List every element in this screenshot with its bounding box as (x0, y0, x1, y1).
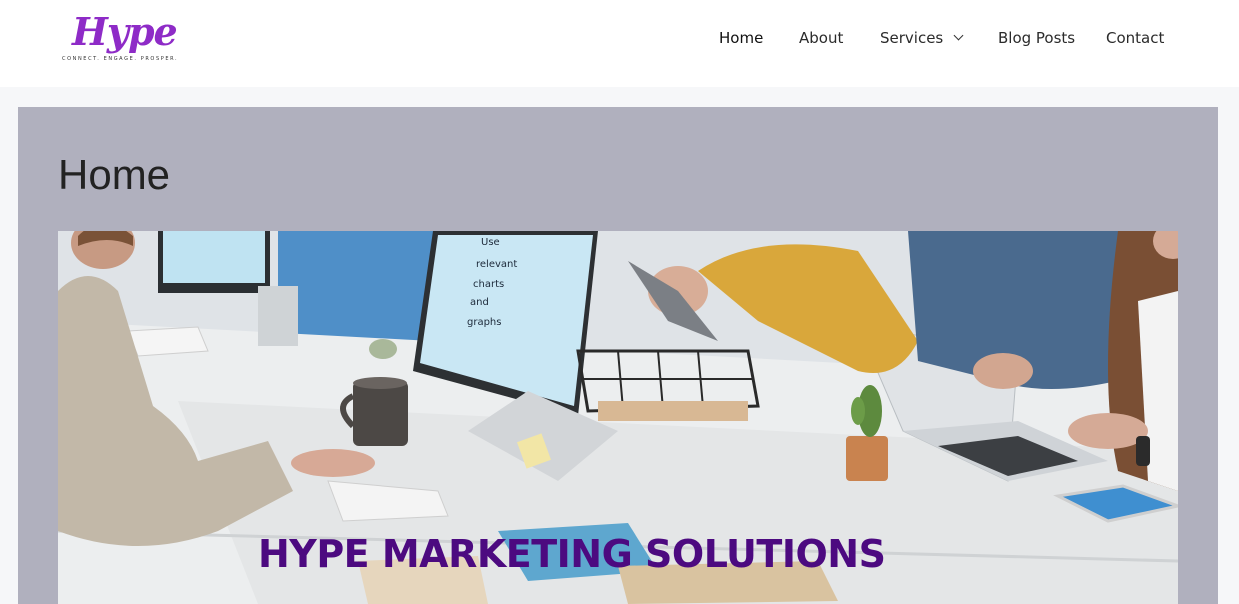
screen-text-line: and (470, 297, 489, 308)
site-header: Hype CONNECT. ENGAGE. PROSPER. Home Abou… (0, 0, 1239, 87)
screen-text-line: graphs (467, 317, 501, 328)
logo-tagline: CONNECT. ENGAGE. PROSPER. (62, 56, 179, 62)
nav-item-blog-posts[interactable]: Blog Posts (998, 26, 1075, 50)
screen-text-line: charts (473, 279, 504, 290)
logo-wordmark: Hype (72, 9, 178, 54)
nav-item-services[interactable]: Services (880, 26, 964, 50)
site-logo[interactable]: Hype CONNECT. ENGAGE. PROSPER. (60, 8, 182, 68)
hero-title: HYPE MARKETING SOLUTIONS (258, 532, 886, 576)
nav-item-home[interactable]: Home (719, 26, 763, 50)
nav-item-contact[interactable]: Contact (1106, 26, 1164, 50)
page-title: Home (58, 151, 171, 198)
nav-item-services-label: Services (880, 29, 944, 47)
content-area: Home Use relevant charts and graphs HYPE… (18, 107, 1218, 604)
screen-text-line: Use (481, 237, 500, 248)
nav-item-about[interactable]: About (799, 26, 843, 50)
hero-banner: Use relevant charts and graphs HYPE MARK… (58, 231, 1178, 604)
chevron-down-icon (953, 30, 964, 41)
screen-text-line: relevant (476, 259, 517, 270)
